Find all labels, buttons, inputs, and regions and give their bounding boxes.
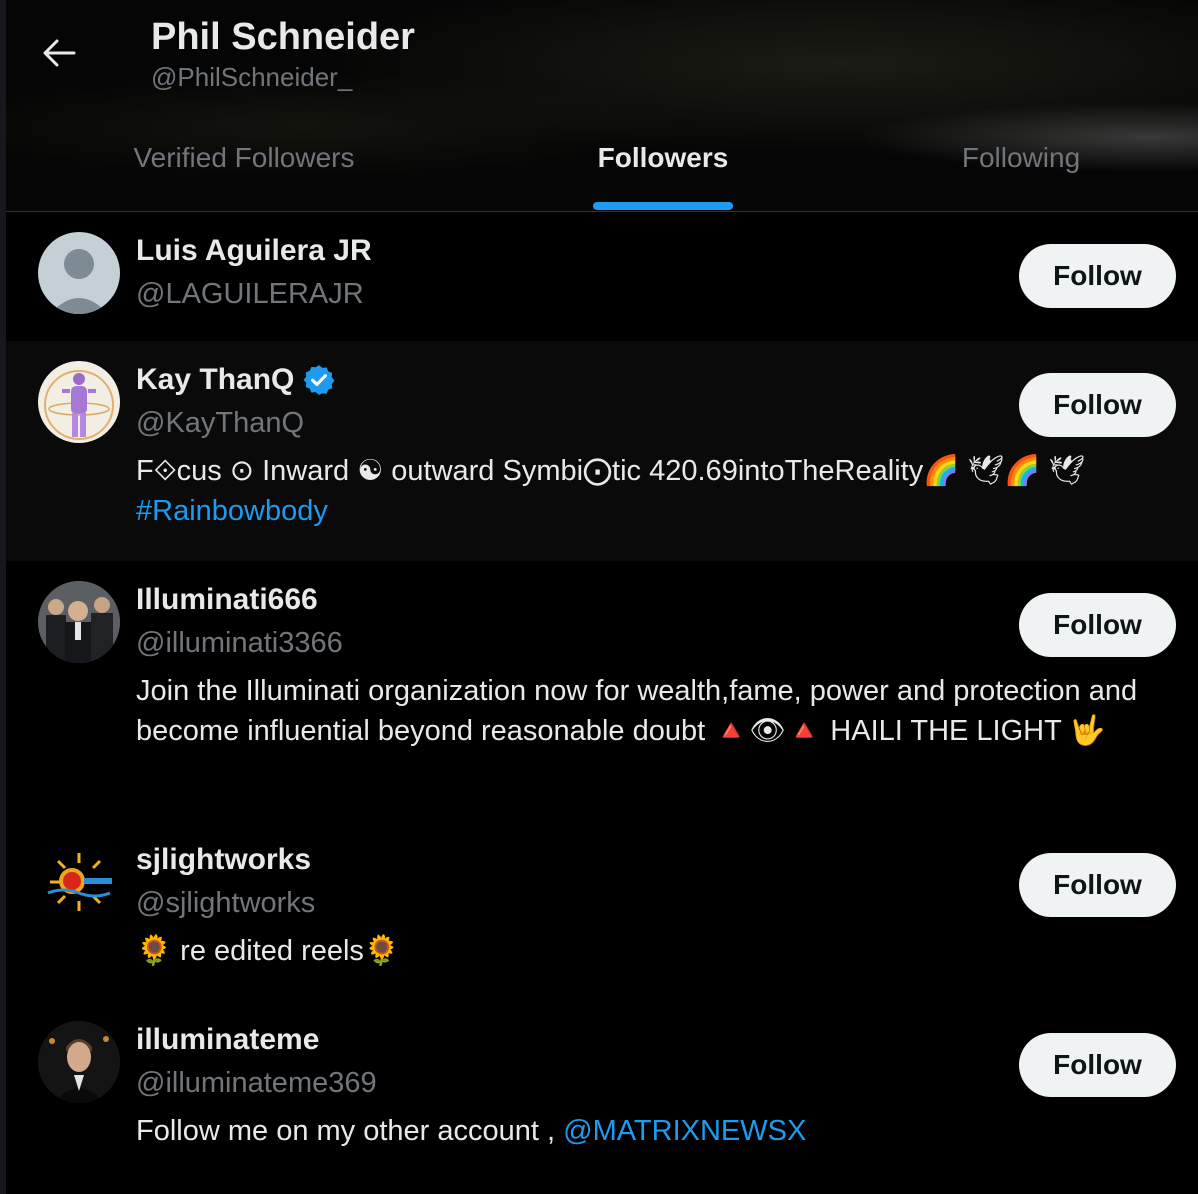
user-bio: Follow me on my other account , @MATRIXN… <box>136 1111 1198 1151</box>
user-bio: F⟐cus ⊙ Inward ☯ outward Symbi⨀tic 420.6… <box>136 451 1198 531</box>
sj-sun-logo-avatar[interactable] <box>38 841 120 923</box>
back-button[interactable] <box>36 34 82 72</box>
bio-text: Follow me on my other account , <box>136 1115 564 1147</box>
user-row-illuminateme369[interactable]: illuminateme @illuminateme369 Follow me … <box>6 1001 1198 1181</box>
tab-following[interactable]: Following <box>844 125 1198 212</box>
follow-button[interactable]: Follow <box>1019 853 1176 917</box>
active-tab-indicator <box>593 202 733 210</box>
follow-button[interactable]: Follow <box>1019 244 1176 308</box>
user-bio: 🌻 re edited reels🌻 <box>136 935 401 967</box>
tab-verified-followers[interactable]: Verified Followers <box>6 125 482 212</box>
user-name: Kay ThanQ <box>136 363 295 396</box>
hashtag-link[interactable]: #Rainbowbody <box>136 495 328 527</box>
user-row-sjlightworks[interactable]: sjlightworks @sjlightworks 🌻 re edited r… <box>6 821 1198 1001</box>
page-header: Phil Schneider @PhilSchneider_ Verified … <box>6 0 1198 212</box>
bio-text: F⟐cus ⊙ Inward ☯ outward Symbi⨀tic 420.6… <box>136 455 1086 487</box>
tab-bar: Verified Followers Followers Following <box>6 125 1198 212</box>
user-row-kaythanq[interactable]: Kay ThanQ @KayThanQ F⟐cus ⊙ Inward ☯ out… <box>6 341 1198 561</box>
user-bio: Join the Illuminati organization now for… <box>136 675 1138 747</box>
profile-handle: @PhilSchneider_ <box>151 62 353 92</box>
follow-button[interactable]: Follow <box>1019 1033 1176 1097</box>
follow-button[interactable]: Follow <box>1019 593 1176 657</box>
followers-page: Phil Schneider @PhilSchneider_ Verified … <box>6 0 1198 1194</box>
user-row-laguilerajr[interactable]: Luis Aguilera JR @LAGUILERAJR Follow <box>6 212 1198 341</box>
verified-badge-icon[interactable] <box>302 363 336 397</box>
tab-label: Verified Followers <box>133 142 355 173</box>
mention-link[interactable]: @MATRIXNEWSX <box>563 1115 806 1147</box>
chakra-figure-avatar[interactable] <box>38 361 120 443</box>
profile-name: Phil Schneider <box>151 16 415 58</box>
arrow-left-icon <box>43 39 76 67</box>
suit-men-photo-avatar[interactable] <box>38 581 120 663</box>
default-avatar-icon[interactable] <box>38 232 120 314</box>
user-row-illuminati3366[interactable]: Illuminati666 @illuminati3366 Join the I… <box>6 561 1198 821</box>
follow-button[interactable]: Follow <box>1019 373 1176 437</box>
tab-followers[interactable]: Followers <box>482 125 844 212</box>
man-portrait-avatar[interactable] <box>38 1021 120 1103</box>
tab-label: Following <box>961 142 1081 173</box>
profile-title: Phil Schneider @PhilSchneider_ <box>151 14 415 94</box>
